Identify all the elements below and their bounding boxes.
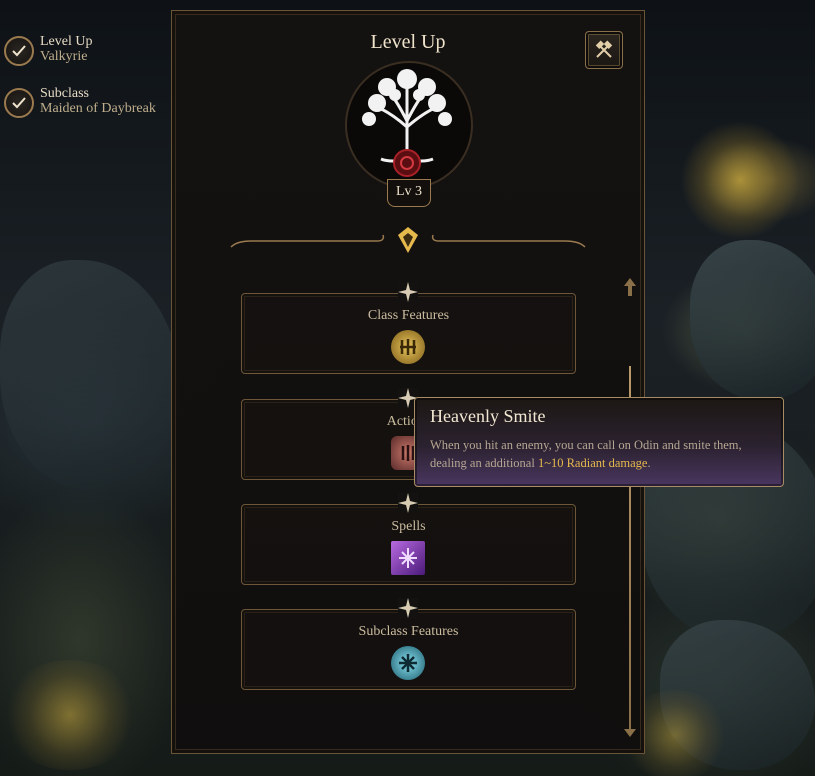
progress-step-title: Level Up (40, 34, 93, 49)
respec-button[interactable] (585, 31, 623, 69)
checkmark-icon (4, 36, 34, 66)
tooltip-description: When you hit an enemy, you can call on O… (430, 436, 770, 472)
rock-formation (0, 260, 180, 490)
tooltip-title: Heavenly Smite (430, 406, 546, 426)
section-spells: Spells (241, 493, 576, 585)
section-subclass-features: Subclass Features (241, 598, 576, 690)
progress-step-subtitle: Valkyrie (40, 49, 88, 64)
foliage (680, 120, 800, 240)
crossed-hammers-icon (595, 40, 613, 58)
foliage (0, 660, 140, 770)
panel-title: Level Up (370, 31, 446, 53)
subclass-features-icon[interactable] (391, 646, 425, 680)
section-class-features: Class Features (241, 282, 576, 374)
tooltip-heavenly-smite: Heavenly Smite When you hit an enemy, yo… (414, 397, 784, 487)
checkmark-icon (4, 88, 34, 118)
scroll-up-icon[interactable] (620, 276, 640, 300)
level-badge: Lv 3 (387, 179, 431, 207)
section-label: Spells (391, 519, 426, 534)
level-up-panel: Level Up Lv 3 Class Features Actions Spe… (171, 10, 645, 754)
section-label: Subclass Features (358, 624, 459, 639)
star-ornament-icon (398, 598, 418, 618)
rock-formation (690, 240, 815, 400)
section-label: Class Features (367, 308, 450, 323)
spells-icon[interactable] (391, 541, 425, 575)
class-emblem (345, 61, 473, 189)
progress-step-subtitle: Maiden of Daybreak (40, 101, 156, 116)
progress-step-subclass[interactable]: Subclass Maiden of Daybreak (4, 86, 174, 118)
valkyrie-tree-emblem-icon (351, 67, 463, 179)
ornamental-divider (230, 227, 586, 253)
level-up-progress: Level Up Valkyrie Subclass Maiden of Day… (4, 34, 174, 138)
progress-step-title: Subclass (40, 86, 89, 101)
tooltip-body-suffix: . (647, 456, 651, 470)
star-ornament-icon (398, 493, 418, 513)
star-ornament-icon (398, 282, 418, 302)
progress-step-level-up[interactable]: Level Up Valkyrie (4, 34, 174, 66)
scroll-down-icon[interactable] (620, 719, 640, 739)
tooltip-damage-value: 1~10 Radiant damage (537, 456, 648, 470)
class-features-icon[interactable] (391, 330, 425, 364)
